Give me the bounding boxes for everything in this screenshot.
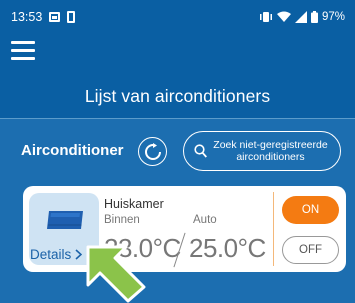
power-on-button[interactable]: ON (282, 196, 339, 224)
sim-icon (67, 11, 76, 23)
page-title: Lijst van airconditioners (84, 86, 271, 106)
status-right: 97% (259, 11, 345, 23)
pointer-arrow-icon (86, 245, 146, 303)
vibrate-icon (259, 12, 272, 22)
hamburger-menu-icon[interactable] (11, 41, 35, 61)
status-left: 13:53 (11, 10, 76, 24)
status-bar: 13:53 97% (0, 0, 355, 34)
wifi-icon (276, 11, 291, 22)
app-header: Lijst van airconditioners (0, 34, 355, 118)
card-divider (273, 192, 274, 266)
details-label: Details (30, 247, 72, 262)
search-icon (194, 144, 207, 158)
section-label: Airconditioner (21, 142, 124, 159)
header-divider (0, 118, 355, 119)
air-conditioner-icon (47, 211, 83, 229)
unit-card[interactable]: Details Huiskamer Binnen Auto 23.0°C 25.… (23, 186, 346, 272)
indoor-label: Binnen (104, 214, 140, 226)
battery-icon (310, 11, 318, 23)
search-unregistered-button[interactable]: Zoek niet-geregistreerde airconditioners (183, 131, 341, 171)
refresh-button[interactable] (138, 137, 167, 166)
mode-label: Auto (193, 214, 217, 226)
power-off-button[interactable]: OFF (282, 236, 339, 264)
refresh-icon (144, 142, 161, 160)
set-temperature: 25.0°C (189, 233, 266, 263)
battery-percent: 97% (321, 11, 345, 23)
status-time: 13:53 (11, 10, 43, 24)
details-link[interactable]: Details (30, 247, 83, 262)
search-unregistered-label: Zoek niet-geregistreerde airconditioners (213, 138, 328, 164)
gallery-icon (49, 12, 61, 22)
signal-icon (294, 11, 307, 23)
room-name: Huiskamer (104, 197, 164, 211)
